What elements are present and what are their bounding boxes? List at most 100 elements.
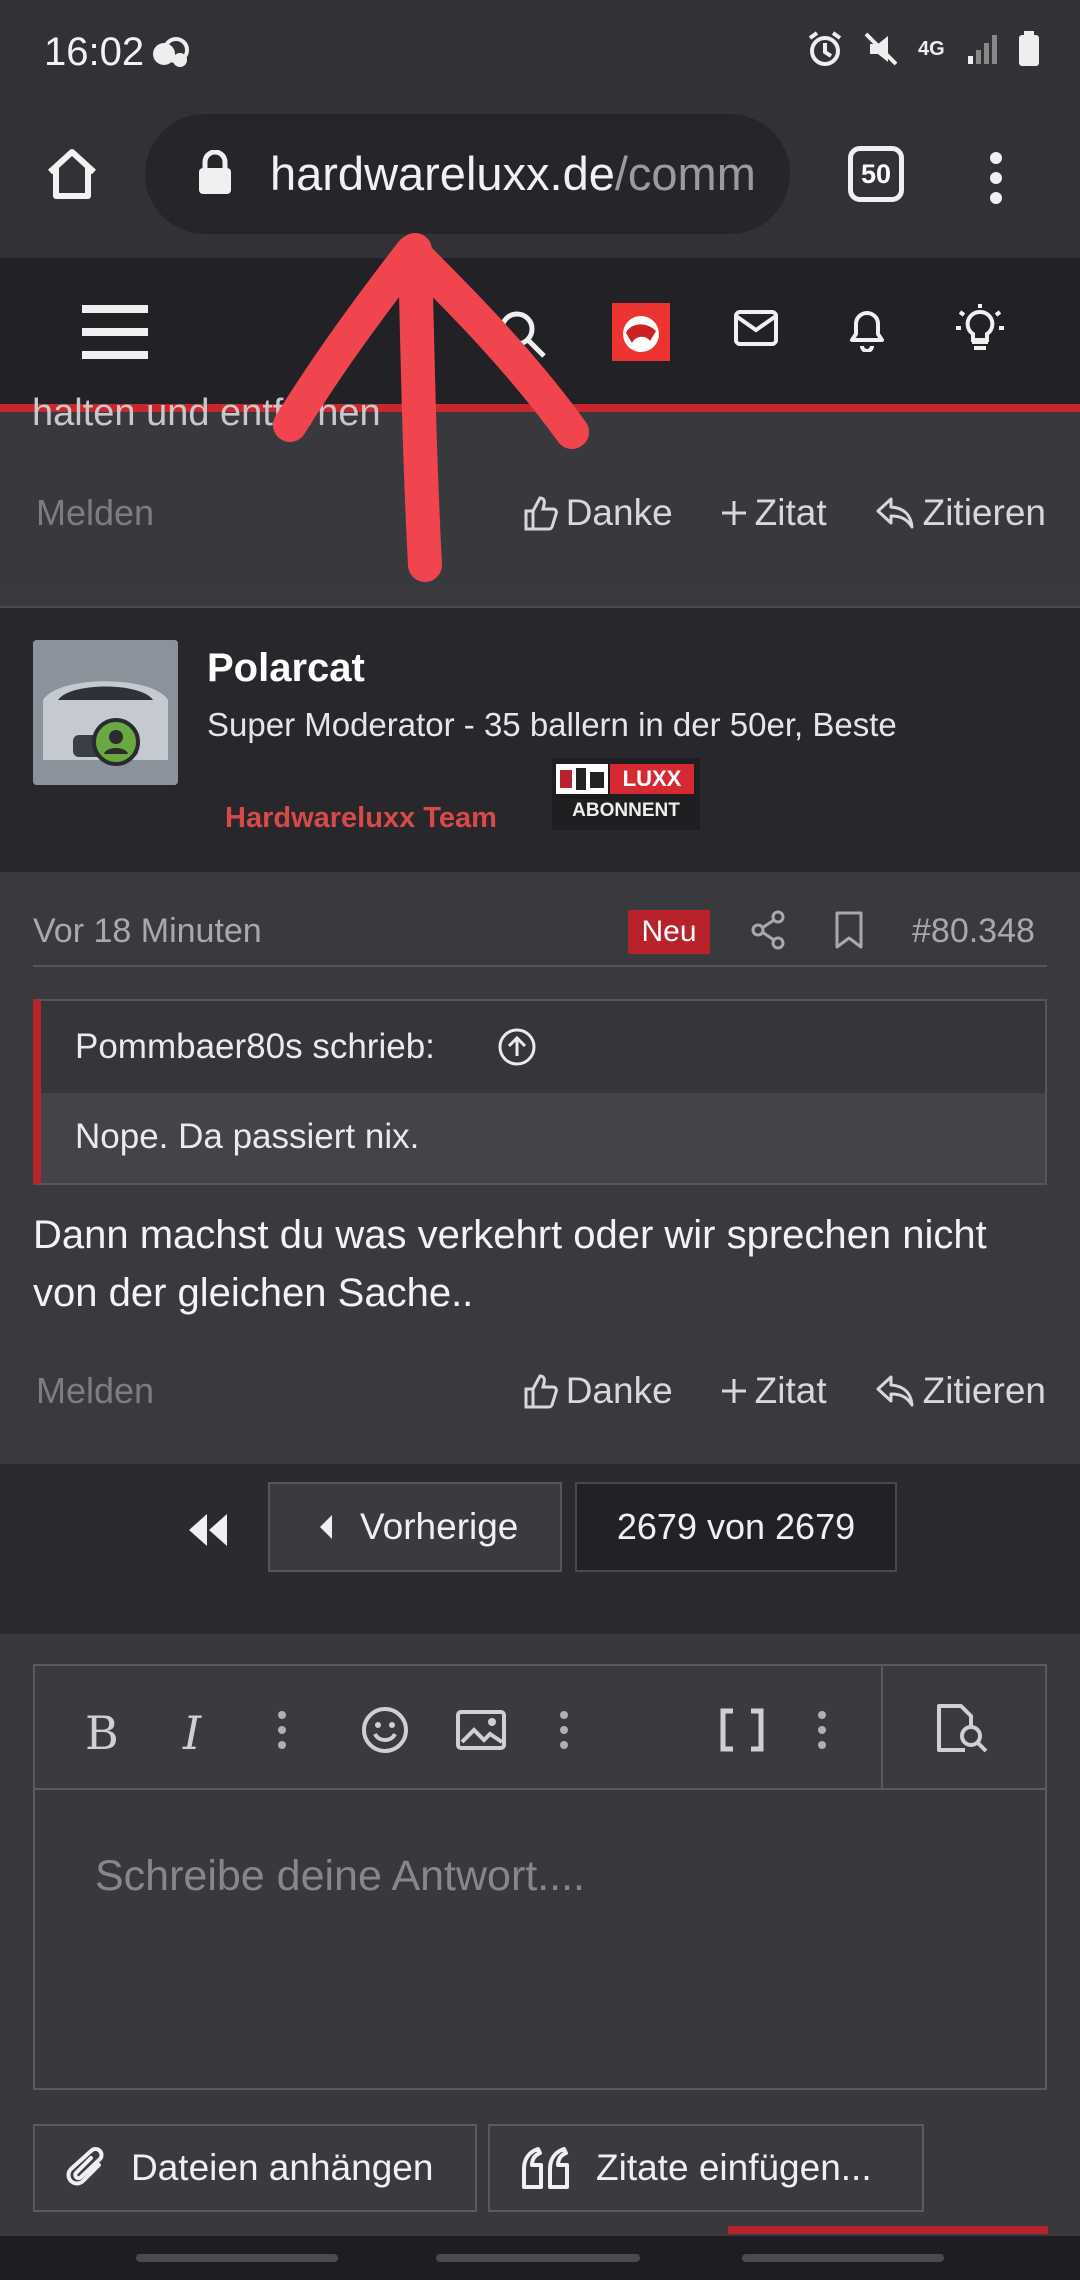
mute-icon [864, 32, 898, 66]
plus-icon [721, 1379, 746, 1403]
italic-icon[interactable]: I [183, 1706, 201, 1760]
quote-author: Pommbaer80s schrieb: [75, 1027, 435, 1066]
more-insert-icon[interactable] [559, 1710, 569, 1750]
attach-files-label: Dateien anhängen [131, 2147, 434, 2188]
url-path: /comm [614, 147, 756, 200]
lightbulb-icon[interactable] [952, 302, 1008, 354]
bold-icon[interactable]: B [85, 1706, 119, 1760]
quote-header[interactable]: Pommbaer80s schrieb: [41, 1001, 1045, 1093]
post-timestamp[interactable]: Vor 18 Minuten [33, 912, 262, 951]
quote-add-label: Zitat [754, 492, 827, 533]
hamburger-menu-icon[interactable] [82, 303, 148, 361]
reply-editor: B I Schreibe deine Antwort.... [33, 1664, 1047, 2090]
bell-icon[interactable] [846, 306, 888, 352]
luxx-abonnent-badge: LUXX ABONNENT [552, 758, 700, 830]
url-text: hardwareluxx.de/comm [270, 146, 770, 201]
quote-marks-icon [522, 2147, 569, 2189]
bookmark-icon[interactable] [834, 910, 864, 950]
lock-icon [197, 150, 233, 196]
author-team-banner: Hardwareluxx Team [225, 802, 497, 834]
thumbs-up-icon [524, 1374, 558, 1409]
more-formatting-icon[interactable] [277, 1710, 287, 1750]
author-title: Super Moderator - 35 ballern in der 50er… [207, 706, 897, 743]
battery-icon [1019, 31, 1039, 66]
plus-icon [721, 501, 746, 525]
first-page-icon[interactable] [185, 1512, 231, 1548]
thumbs-up-icon [524, 496, 558, 531]
post-actions: Melden Danke Zitat Zitieren [36, 492, 1046, 534]
editor-toolbar: B I [35, 1666, 1045, 1790]
online-status-icon [92, 718, 140, 766]
preview-icon[interactable] [935, 1702, 991, 1754]
report-link[interactable]: Melden [36, 1370, 154, 1412]
insert-quotes-label: Zitate einfügen... [596, 2147, 872, 2188]
more-options-icon[interactable] [817, 1710, 827, 1750]
status-time: 16:02 [44, 30, 145, 74]
page-selector[interactable]: 2679 von 2679 [575, 1482, 897, 1572]
quote-content: Nope. Da passiert nix. [41, 1093, 1045, 1183]
status-icons: 4G [806, 30, 1040, 68]
quote-add-button[interactable]: Zitat [721, 492, 827, 534]
report-link[interactable]: Melden [36, 492, 154, 534]
author-name[interactable]: Polarcat [207, 646, 365, 691]
badge-logo [556, 764, 608, 794]
fragment-text: halten und entfernen [32, 392, 381, 434]
url-bar[interactable]: hardwareluxx.de/comm [145, 114, 790, 234]
alarm-icon [808, 31, 842, 66]
reply-quote-label: Zitieren [922, 492, 1046, 533]
user-avatar[interactable] [612, 303, 670, 361]
reply-quote-label: Zitieren [922, 1370, 1046, 1411]
reply-icon [876, 1375, 914, 1407]
system-nav-bar [0, 2236, 1080, 2280]
accent-stripe [728, 2226, 1048, 2234]
jump-to-quote-icon[interactable] [497, 1027, 537, 1067]
divider [33, 965, 1047, 967]
paperclip-icon [66, 2147, 104, 2186]
reply-quote-button[interactable]: Zitieren [875, 492, 1046, 534]
previous-post-fragment: halten und entfernen Melden Danke Zitat … [0, 392, 1080, 587]
post-author-box: Polarcat Super Moderator - 35 ballern in… [0, 606, 1080, 872]
url-domain: hardwareluxx.de [270, 147, 615, 200]
browser-toolbar: hardwareluxx.de/comm 50 [0, 110, 1080, 258]
overflow-menu-icon[interactable] [984, 150, 1008, 206]
post-body: Dann machst du was verkehrt oder wir spr… [33, 1213, 987, 1315]
reply-icon [876, 497, 914, 529]
thanks-button[interactable]: Danke [522, 1370, 673, 1412]
previous-page-label: Vorherige [360, 1506, 519, 1547]
insert-quotes-button[interactable]: Zitate einfügen... [488, 2124, 924, 2212]
new-badge: Neu [628, 910, 710, 954]
caret-left-icon [320, 1515, 332, 1539]
search-icon[interactable] [496, 308, 548, 360]
toolbar-separator [881, 1666, 883, 1790]
image-icon[interactable] [456, 1710, 506, 1750]
home-icon[interactable] [44, 146, 100, 202]
quote-add-button[interactable]: Zitat [721, 1370, 827, 1412]
share-icon[interactable] [750, 910, 786, 950]
thanks-label: Danke [565, 1370, 673, 1411]
signal-icon [968, 35, 997, 64]
reply-text-input[interactable]: Schreibe deine Antwort.... [95, 1852, 585, 1901]
thanks-button[interactable]: Danke [522, 492, 673, 534]
code-brackets-icon[interactable] [719, 1708, 765, 1752]
mail-icon[interactable] [734, 310, 778, 346]
quote-add-label: Zitat [754, 1370, 827, 1411]
badge-luxx: LUXX [610, 764, 694, 794]
nav-back[interactable] [742, 2254, 944, 2262]
post-actions: Melden Danke Zitat Zitieren [36, 1370, 1046, 1412]
quote-block: Pommbaer80s schrieb: Nope. Da passiert n… [33, 999, 1047, 1185]
network-type: 4G [918, 38, 945, 60]
emoji-icon[interactable] [361, 1706, 409, 1754]
nav-home[interactable] [436, 2254, 640, 2262]
notification-icon [150, 34, 194, 74]
nav-recents[interactable] [136, 2254, 338, 2262]
tab-switcher-button[interactable]: 50 [848, 146, 904, 202]
status-bar: 16:02 4G [0, 0, 1080, 110]
attach-files-button[interactable]: Dateien anhängen [33, 2124, 477, 2212]
post-number-link[interactable]: #80.348 [912, 912, 1035, 951]
previous-page-button[interactable]: Vorherige [268, 1482, 562, 1572]
reply-quote-button[interactable]: Zitieren [875, 1370, 1046, 1412]
badge-abonnent: ABONNENT [572, 800, 680, 821]
quote-text: Nope. Da passiert nix. [75, 1117, 420, 1156]
thanks-label: Danke [565, 492, 673, 533]
pagination: Vorherige 2679 von 2679 [0, 1464, 1080, 1634]
